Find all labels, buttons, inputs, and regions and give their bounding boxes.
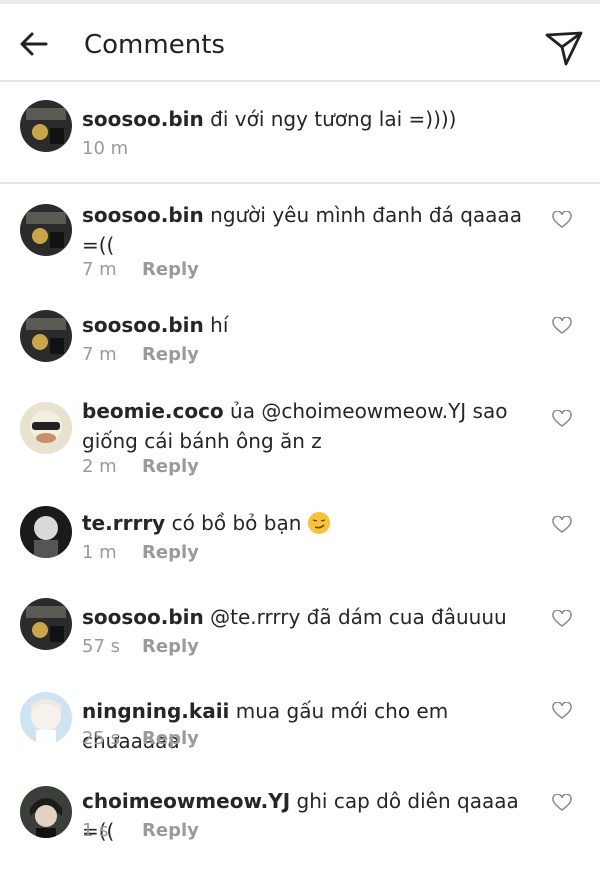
avatar[interactable] — [20, 506, 72, 558]
heart-icon[interactable] — [552, 516, 572, 534]
avatar[interactable] — [20, 204, 72, 256]
comment-meta: 7 m Reply — [82, 344, 199, 366]
comment-meta: 1 s Reply — [82, 820, 199, 842]
heart-icon[interactable] — [552, 211, 572, 229]
username[interactable]: soosoo.bin — [82, 605, 204, 629]
comment-item: beomie.coco ủa @choimeowmeow.YJ sao giốn… — [0, 378, 600, 488]
timestamp: 1 s — [82, 820, 109, 841]
timestamp: 25 s — [82, 728, 121, 749]
smirk-emoji-icon — [307, 512, 330, 534]
comment-meta: 7 m Reply — [82, 259, 199, 281]
comment-item: choimeowmeow.YJ ghi cap dô diên qaaaa =(… — [0, 770, 600, 870]
heart-icon[interactable] — [552, 410, 572, 428]
heart-icon[interactable] — [552, 317, 572, 335]
comment-body: hí — [203, 313, 229, 337]
caption-text: soosoo.bin đi với ngy tương lai =)))) — [82, 104, 532, 134]
top-bar: Comments — [0, 0, 600, 82]
reply-button[interactable]: Reply — [142, 636, 199, 657]
heart-icon[interactable] — [552, 610, 572, 628]
comment-item: soosoo.bin hí 7 m Reply — [0, 292, 600, 378]
timestamp: 1 m — [82, 542, 117, 563]
reply-button[interactable]: Reply — [142, 542, 199, 563]
timestamp: 10 m — [82, 138, 129, 159]
avatar[interactable] — [20, 100, 72, 152]
avatar[interactable] — [20, 598, 72, 650]
avatar[interactable] — [20, 786, 72, 838]
username[interactable]: choimeowmeow.YJ — [82, 789, 290, 813]
reply-button[interactable]: Reply — [142, 259, 199, 280]
username[interactable]: soosoo.bin — [82, 107, 204, 131]
timestamp: 7 m — [82, 259, 117, 280]
comment-meta: 57 s Reply — [82, 636, 199, 658]
comment-body: có bồ bỏ bạn — [165, 511, 308, 535]
timestamp: 7 m — [82, 344, 117, 365]
username[interactable]: beomie.coco — [82, 399, 224, 423]
comment-body: @te.rrrry đã dám cua đâuuuu — [203, 605, 507, 629]
comment-item: soosoo.bin @te.rrrry đã dám cua đâuuuu 5… — [0, 582, 600, 674]
reply-button[interactable]: Reply — [142, 456, 199, 477]
avatar[interactable] — [20, 692, 72, 744]
comment-meta: 2 m Reply — [82, 456, 199, 478]
timestamp: 2 m — [82, 456, 117, 477]
caption: soosoo.bin đi với ngy tương lai =)))) 10… — [0, 82, 600, 184]
comment-text: soosoo.bin hí — [82, 310, 532, 340]
heart-icon[interactable] — [552, 702, 572, 720]
comment-text: soosoo.bin @te.rrrry đã dám cua đâuuuu — [82, 602, 532, 632]
username[interactable]: ningning.kaii — [82, 699, 229, 723]
heart-icon[interactable] — [552, 794, 572, 812]
username[interactable]: soosoo.bin — [82, 203, 204, 227]
comment-text: beomie.coco ủa @choimeowmeow.YJ sao giốn… — [82, 396, 532, 456]
comment-meta: 10 m — [82, 138, 142, 160]
comment-text: te.rrrry có bồ bỏ bạn — [82, 508, 532, 538]
arrow-left-icon[interactable] — [18, 28, 50, 60]
page-title: Comments — [84, 30, 225, 60]
avatar[interactable] — [20, 310, 72, 362]
timestamp: 57 s — [82, 636, 121, 657]
comment-body: đi với ngy tương lai =)))) — [203, 107, 457, 131]
reply-button[interactable]: Reply — [142, 728, 199, 749]
comment-text: soosoo.bin người yêu mình đanh đá qaaaa … — [82, 200, 532, 260]
reply-button[interactable]: Reply — [142, 820, 199, 841]
avatar[interactable] — [20, 402, 72, 454]
comment-item: soosoo.bin người yêu mình đanh đá qaaaa … — [0, 184, 600, 292]
reply-button[interactable]: Reply — [142, 344, 199, 365]
comment-item: ningning.kaii mua gấu mới cho em chưaaaa… — [0, 674, 600, 770]
comment-meta: 25 s Reply — [82, 728, 199, 750]
username[interactable]: te.rrrry — [82, 511, 165, 535]
paper-plane-icon[interactable] — [544, 28, 584, 68]
username[interactable]: soosoo.bin — [82, 313, 204, 337]
comment-meta: 1 m Reply — [82, 542, 199, 564]
comment-item: te.rrrry có bồ bỏ bạn 1 m Reply — [0, 488, 600, 582]
